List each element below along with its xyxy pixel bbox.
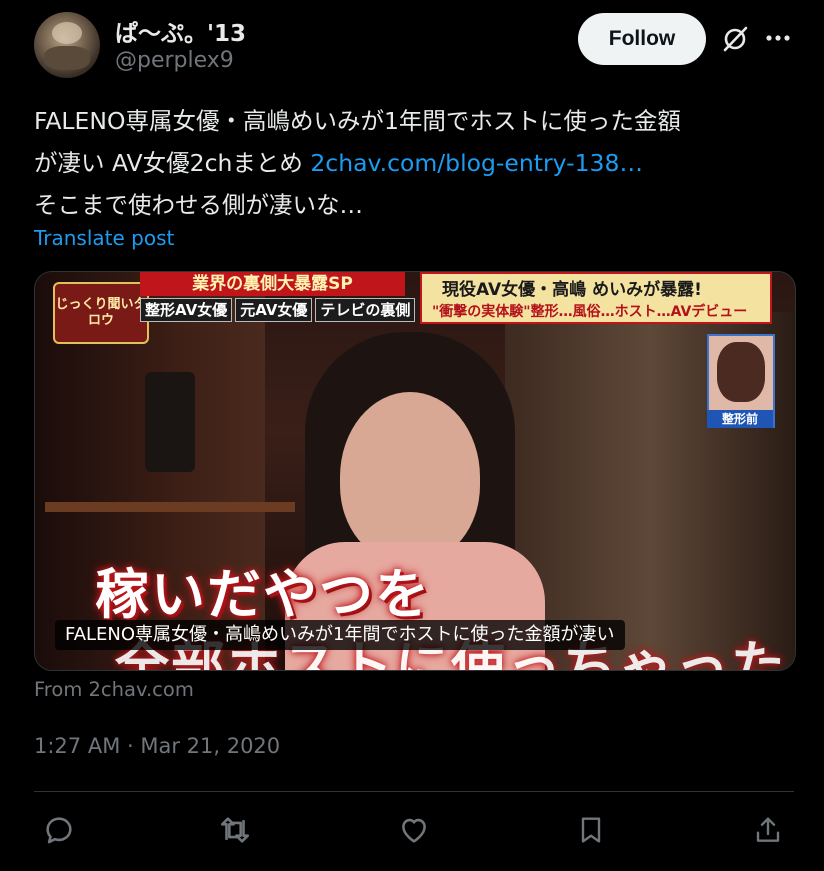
more-icon[interactable] — [765, 28, 791, 48]
card-image-shelf — [45, 502, 295, 512]
share-button[interactable] — [748, 810, 788, 850]
author-display-name[interactable]: ぱ〜ぷ。'13 — [115, 14, 246, 48]
post-line-3: そこまで使わせる側が凄いな… — [34, 191, 363, 219]
avatar-detail — [44, 46, 90, 70]
banner-tags: 整形AV女優 元AV女優 テレビの裏側 — [140, 298, 416, 322]
share-icon — [756, 817, 780, 842]
grok-icon[interactable] — [720, 24, 750, 54]
card-source[interactable]: From 2chav.com — [34, 678, 194, 701]
card-image-person-face — [340, 392, 480, 562]
author-avatar[interactable] — [34, 12, 100, 78]
show-logo: じっくり聞いタロウ — [53, 282, 149, 344]
post-text: FALENO専属女優・高嶋めいみが1年間でホストに使った金額 が凄い AV女優2… — [34, 100, 794, 226]
post-timestamp[interactable]: 1:27 AM · Mar 21, 2020 — [34, 734, 280, 758]
banner-right-line-2: "衝撃の実体験"整形…風俗…ホスト…AVデビュー — [432, 304, 748, 320]
banner-tag: 整形AV女優 — [140, 298, 233, 322]
translate-post-link[interactable]: Translate post — [34, 226, 174, 250]
author-handle[interactable]: @perplex9 — [115, 48, 234, 73]
repost-button[interactable] — [215, 810, 255, 850]
follow-button[interactable]: Follow — [578, 13, 706, 65]
like-button[interactable] — [394, 810, 434, 850]
banner-right-line-1: 現役AV女優・高嶋 めいみが暴露! — [442, 280, 702, 300]
banner-right: 現役AV女優・高嶋 めいみが暴露! "衝撃の実体験"整形…風俗…ホスト…AVデビ… — [420, 272, 772, 324]
card-title: FALENO専属女優・高嶋めいみが1年間でホストに使った金額が凄い — [55, 620, 625, 650]
inset-label: 整形前 — [707, 410, 773, 428]
heart-icon — [402, 818, 426, 843]
card-image-object — [145, 372, 195, 472]
repost-icon — [220, 817, 250, 843]
bookmark-button[interactable] — [571, 810, 611, 850]
inset-face — [717, 342, 765, 402]
avatar-detail — [52, 22, 82, 44]
action-bar — [34, 810, 794, 854]
post-line-2: が凄い AV女優2chまとめ 2chav.com/blog-entry-138… — [34, 142, 794, 184]
inset-photo: 整形前 — [707, 334, 775, 428]
caption-line-1: 稼いだやつを — [95, 563, 431, 626]
post-line-2-text: が凄い AV女優2chまとめ — [34, 149, 311, 177]
banner-top: 業界の裏側大暴露SP — [140, 272, 405, 296]
banner-tag: テレビの裏側 — [315, 298, 416, 322]
bookmark-icon — [581, 817, 601, 843]
reply-button[interactable] — [39, 810, 79, 850]
divider — [34, 791, 794, 792]
banner-tag: 元AV女優 — [235, 298, 313, 322]
link-card[interactable]: じっくり聞いタロウ 業界の裏側大暴露SP 整形AV女優 元AV女優 テレビの裏側… — [34, 271, 796, 671]
post-link[interactable]: 2chav.com/blog-entry-138… — [310, 149, 643, 177]
post-line-1: FALENO専属女優・高嶋めいみが1年間でホストに使った金額 — [34, 107, 681, 135]
reply-icon — [46, 817, 72, 844]
